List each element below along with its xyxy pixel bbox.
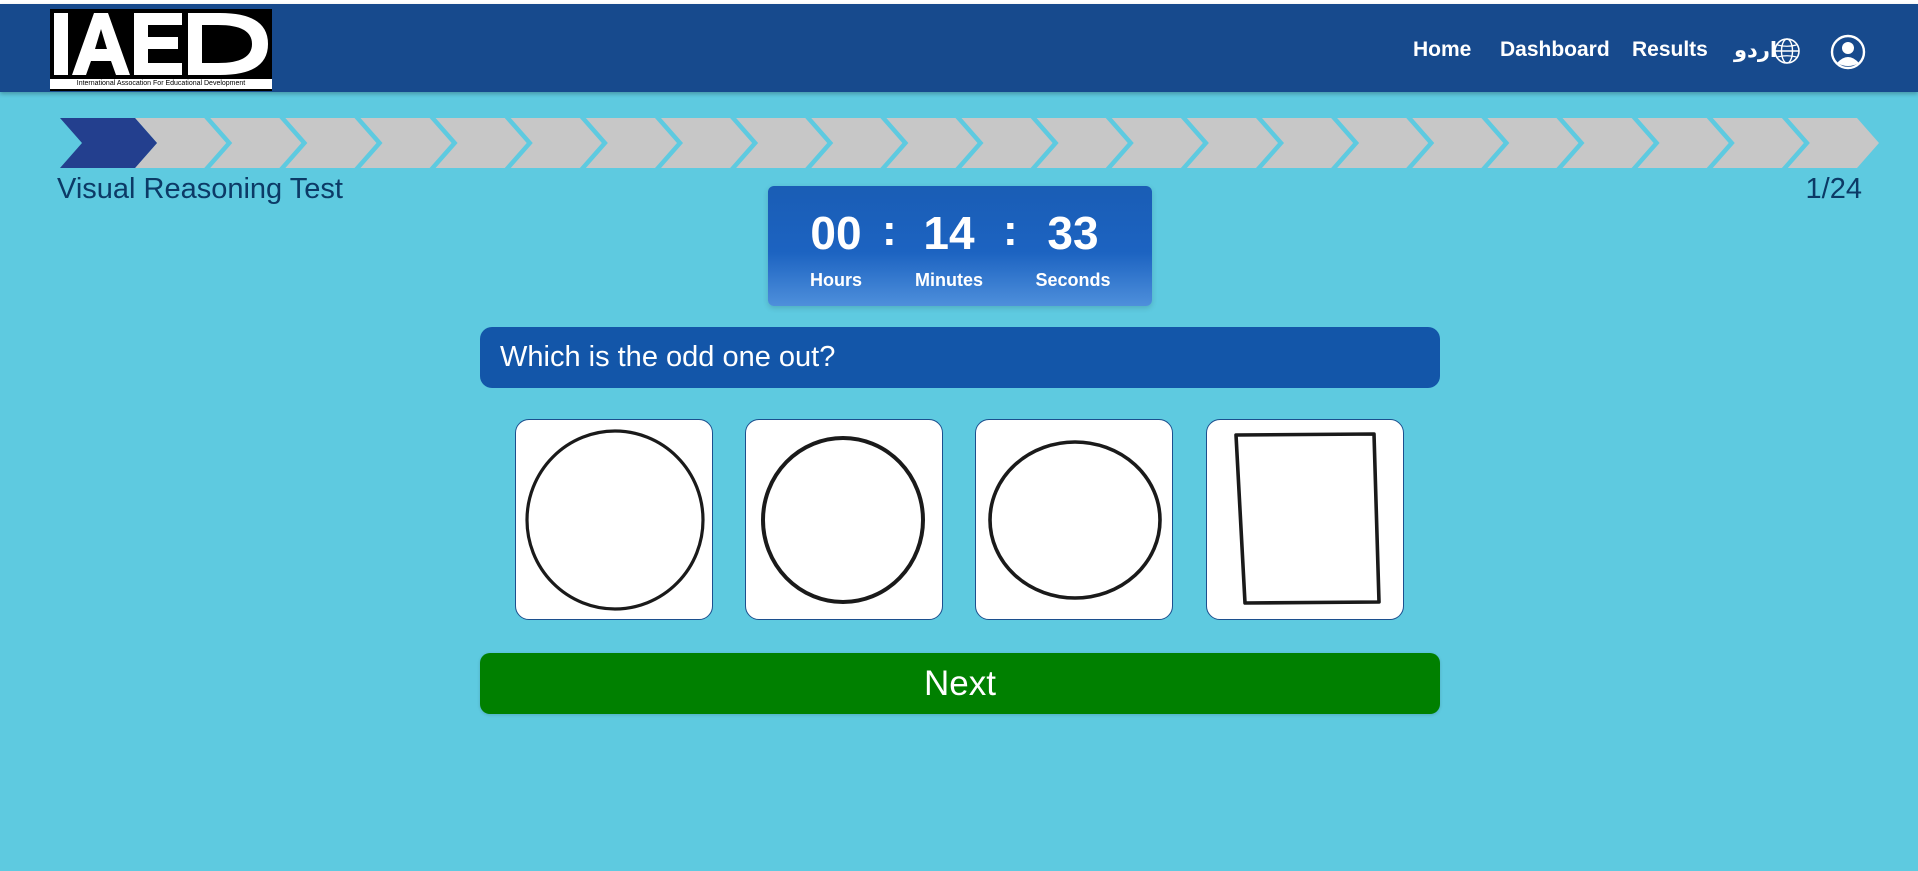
option-4-rectangle[interactable]: [1206, 419, 1404, 620]
app-header: International Assocation For Educational…: [0, 4, 1918, 92]
iaed-logo[interactable]: International Assocation For Educational…: [50, 9, 272, 91]
next-button[interactable]: Next: [480, 653, 1440, 714]
timer-minutes-value: 14: [923, 207, 975, 259]
oval-shape-icon: [988, 440, 1162, 600]
logo-tagline-text: International Assocation For Educational…: [76, 80, 246, 87]
timer-minutes-label: Minutes: [914, 270, 983, 290]
option-3-oval[interactable]: [975, 419, 1173, 620]
timer-separator: :: [1003, 206, 1018, 255]
circle-shape-icon: [525, 429, 705, 611]
nav-results-link[interactable]: Results: [1632, 38, 1708, 62]
logo-letters-icon: [50, 9, 272, 77]
timer-hours-value: 00: [810, 207, 862, 259]
nav-dashboard-link[interactable]: Dashboard: [1500, 38, 1610, 62]
user-profile-icon[interactable]: [1830, 34, 1866, 70]
circle-shape-icon: [761, 436, 925, 604]
timer-seconds-value: 33: [1047, 207, 1099, 259]
question-progress-bar: [60, 118, 1879, 168]
test-title: Visual Reasoning Test: [57, 173, 343, 205]
question-prompt: Which is the odd one out?: [480, 327, 1440, 388]
rectangle-shape-icon: [1234, 432, 1381, 605]
option-1-circle[interactable]: [515, 419, 713, 620]
timer-seconds-label: Seconds: [1035, 270, 1111, 290]
countdown-timer: 00 : 14 : 33 Hours Minutes Seconds: [768, 186, 1152, 306]
logo-tagline: International Assocation For Educational…: [50, 79, 272, 89]
nav-home-link[interactable]: Home: [1413, 38, 1471, 62]
option-2-circle[interactable]: [745, 419, 943, 620]
globe-icon[interactable]: [1773, 37, 1801, 65]
question-counter: 1/24: [1805, 173, 1862, 205]
timer-hours-label: Hours: [809, 270, 862, 290]
language-toggle-link[interactable]: اردو: [1734, 38, 1777, 63]
